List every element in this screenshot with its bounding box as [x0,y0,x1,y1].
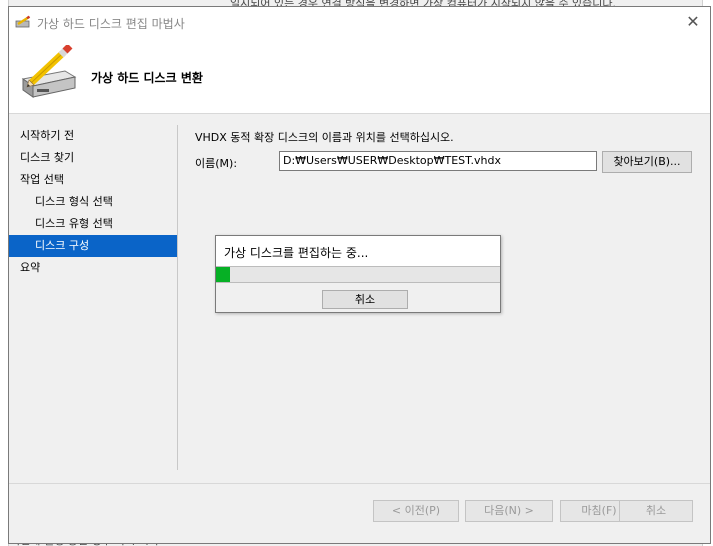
progress-dialog: 가상 디스크를 편집하는 중... 취소 [215,235,501,313]
name-label: 이름(M): [195,157,238,170]
previous-button[interactable]: < 이전(P) [373,500,459,522]
nav-item-choose-disk-type[interactable]: 디스크 유형 선택 [9,213,177,235]
next-button[interactable]: 다음(N) > [465,500,553,522]
disk-pencil-icon [17,43,77,105]
cancel-button[interactable]: 취소 [619,500,693,522]
nav-item-summary[interactable]: 요약 [9,257,177,279]
disk-edit-icon [15,15,31,29]
page-title: 가상 하드 디스크 변환 [91,71,203,85]
name-input[interactable]: D:₩Users₩USER₩Desktop₩TEST.vhdx [279,151,597,171]
nav-item-choose-action[interactable]: 작업 선택 [9,169,177,191]
progress-bar-fill [216,267,231,282]
title-bar: 가상 하드 디스크 편집 마법사 ✕ [9,7,710,37]
nav-divider [177,125,178,470]
instruction-text: VHDX 동적 확장 디스크의 이름과 위치를 선택하십시오. [195,131,454,144]
wizard-steps-nav: 시작하기 전 디스크 찾기 작업 선택 디스크 형식 선택 디스크 유형 선택 … [9,125,177,279]
nav-item-before-you-begin[interactable]: 시작하기 전 [9,125,177,147]
wizard-window: 가상 하드 디스크 편집 마법사 ✕ 가상 하드 디스크 변환 시작하기 전 디… [8,6,711,544]
nav-item-configure-disk[interactable]: 디스크 구성 [9,235,177,257]
wizard-header: 가상 하드 디스크 변환 [9,37,710,114]
nav-item-choose-disk-format[interactable]: 디스크 형식 선택 [9,191,177,213]
window-title: 가상 하드 디스크 편집 마법사 [37,17,185,31]
progress-bar [216,266,500,283]
footer-divider [9,483,710,484]
nav-item-locate-disk[interactable]: 디스크 찾기 [9,147,177,169]
progress-header: 가상 디스크를 편집하는 중... [216,236,500,266]
browse-button[interactable]: 찾아보기(B)... [602,151,692,173]
progress-cancel-button[interactable]: 취소 [322,290,408,309]
close-icon[interactable]: ✕ [684,13,702,31]
progress-message: 가상 디스크를 편집하는 중... [224,246,369,260]
